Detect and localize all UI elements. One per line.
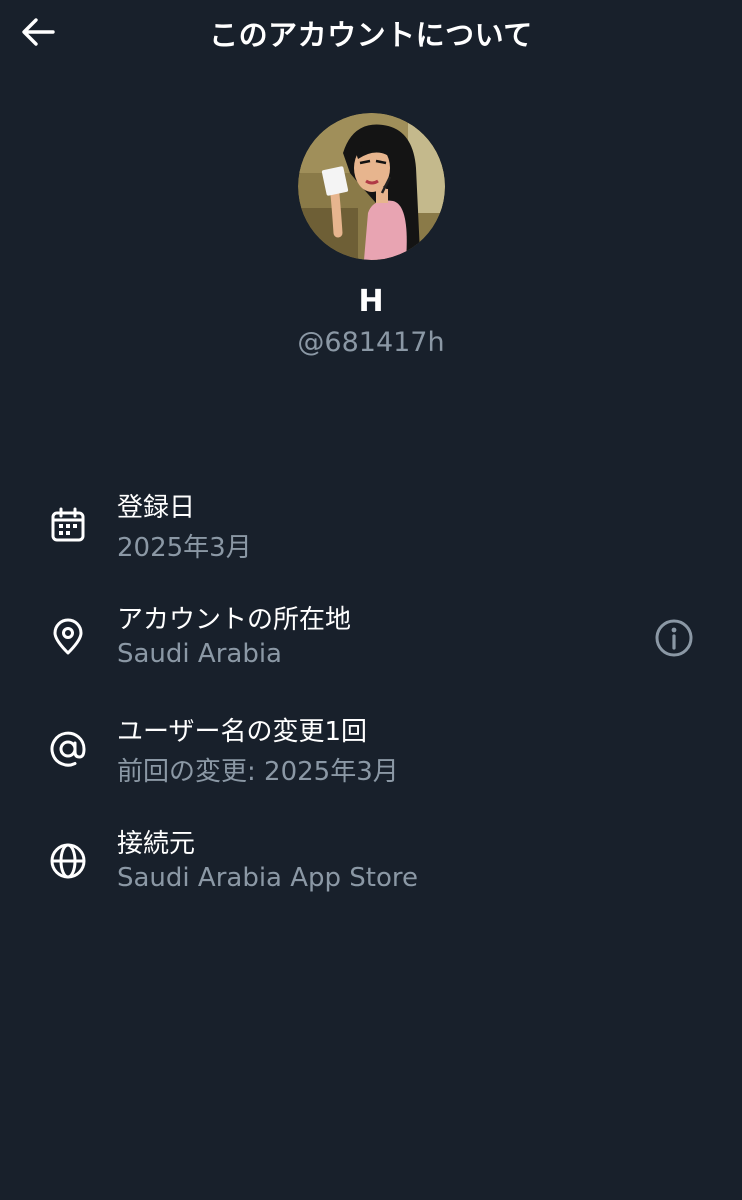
location-info-button[interactable]: [652, 616, 696, 660]
globe-icon: [47, 840, 89, 882]
account-location-label: アカウントの所在地: [117, 605, 352, 635]
joined-date-row: 登録日 2025年3月: [0, 487, 742, 577]
avatar[interactable]: [298, 113, 445, 260]
account-location-value: Saudi Arabia: [117, 639, 282, 669]
joined-date-label: 登録日: [117, 493, 196, 523]
username-change-label: ユーザー名の変更1回: [117, 717, 368, 747]
connected-via-value: Saudi Arabia App Store: [117, 863, 419, 893]
account-location-row: アカウントの所在地 Saudi Arabia: [0, 599, 742, 689]
calendar-icon: [47, 504, 89, 546]
top-bar: このアカウントについて: [0, 0, 742, 66]
connected-via-label: 接続元: [117, 829, 196, 859]
location-pin-icon: [47, 616, 89, 658]
info-circle-icon: [655, 619, 693, 657]
connected-via-row: 接続元 Saudi Arabia App Store: [0, 823, 742, 913]
username-change-row: ユーザー名の変更1回 前回の変更: 2025年3月: [0, 711, 742, 801]
username-change-value: 前回の変更: 2025年3月: [117, 757, 399, 787]
username-handle: @681417h: [297, 327, 445, 358]
at-sign-icon: [47, 728, 89, 770]
joined-date-value: 2025年3月: [117, 533, 252, 563]
page-title: このアカウントについて: [209, 18, 533, 52]
display-name: H: [358, 284, 384, 319]
